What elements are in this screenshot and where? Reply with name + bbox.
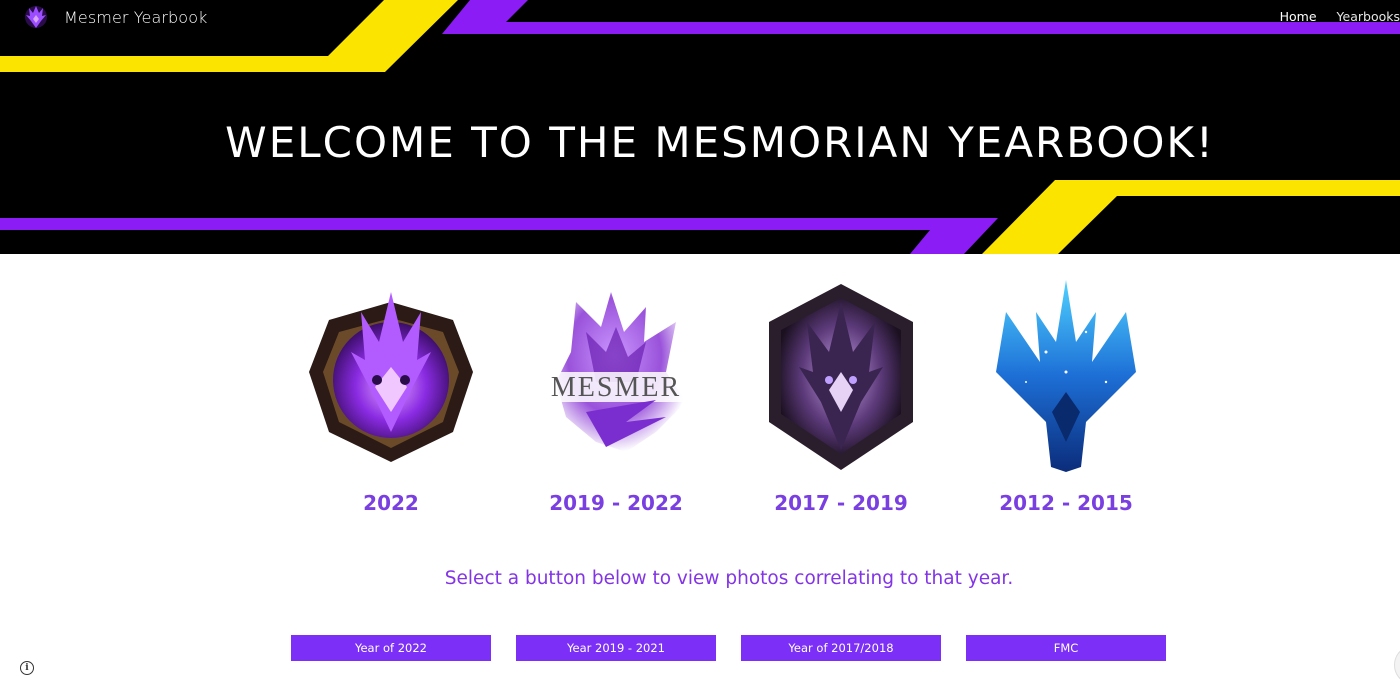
emblem-card-2012-2015[interactable]: 2012 - 2015	[966, 272, 1166, 515]
hero-heading: WELCOME TO THE MESMORIAN YEARBOOK!	[225, 118, 1215, 167]
emblem-year-label: 2017 - 2019	[774, 491, 908, 515]
emblem-wordmark: MESMER	[551, 372, 681, 403]
purple-dragon-crest-icon	[309, 292, 473, 462]
emblem-year-label: 2022	[363, 491, 419, 515]
top-navigation-bar: Mesmer Yearbook Home Yearbooks	[0, 0, 1400, 36]
dark-hexagon-dragon-crest-icon	[769, 284, 913, 470]
year-2019-2021-button[interactable]: Year 2019 - 2021	[516, 635, 716, 661]
emblem-card-2019-2022[interactable]: MESMER 2019 - 2022	[516, 272, 716, 515]
emblem-year-label: 2012 - 2015	[999, 491, 1133, 515]
year-2022-button[interactable]: Year of 2022	[291, 635, 491, 661]
main-nav: Home Yearbooks	[1260, 9, 1400, 24]
dragon-crest-icon	[25, 6, 47, 28]
site-brand[interactable]: Mesmer Yearbook	[22, 3, 207, 31]
instruction-text: Select a button below to view photos cor…	[444, 568, 1014, 589]
info-icon[interactable]: i	[20, 661, 34, 675]
emblem-card-2022[interactable]: 2022	[291, 272, 491, 515]
nav-yearbooks-link[interactable]: Yearbooks	[1337, 9, 1400, 24]
emblem-year-label: 2019 - 2022	[549, 491, 683, 515]
blue-galaxy-dragon-crest-icon	[996, 280, 1136, 472]
nav-home-link[interactable]: Home	[1280, 9, 1317, 24]
mesmer-wordmark-crest-icon: MESMER	[546, 292, 686, 452]
emblem-card-2017-2019[interactable]: 2017 - 2019	[741, 272, 941, 515]
year-button-row: Year of 2022 Year 2019 - 2021 Year of 20…	[0, 635, 1400, 661]
site-title: Mesmer Yearbook	[64, 7, 208, 27]
emblem-gallery: 2022 MESMER 2019 - 2022 2017 - 2019 2012…	[0, 272, 1400, 522]
fmc-button[interactable]: FMC	[966, 635, 1166, 661]
hero-banner: Mesmer Yearbook Home Yearbooks WELCOME T…	[0, 0, 1400, 254]
year-2017-2018-button[interactable]: Year of 2017/2018	[741, 635, 941, 661]
